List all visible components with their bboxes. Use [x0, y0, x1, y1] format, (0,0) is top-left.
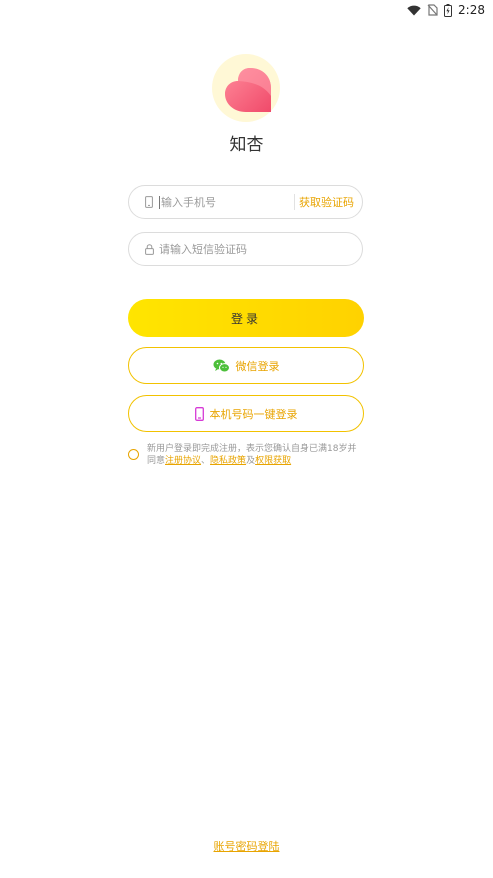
login-button[interactable]: 登录 — [128, 299, 364, 337]
lock-icon — [143, 242, 155, 256]
heart-logo-icon — [225, 68, 271, 112]
mobile-phone-icon — [194, 406, 204, 421]
app-logo — [212, 54, 280, 122]
battery-charging-icon — [444, 3, 453, 17]
code-input-row — [128, 232, 363, 266]
onekey-login-button[interactable]: 本机号码一键登录 — [128, 395, 364, 432]
privacy-policy-link[interactable]: 隐私政策 — [210, 456, 246, 466]
status-bar: 2:28 — [0, 0, 493, 22]
wechat-login-button[interactable]: 微信登录 — [128, 347, 364, 384]
app-name: 知杏 — [229, 135, 264, 155]
get-code-button[interactable]: 获取验证码 — [299, 194, 354, 210]
agree-radio[interactable] — [128, 449, 139, 460]
status-time: 2:28 — [458, 3, 485, 17]
agreement-row: 新用户登录即完成注册，表示您确认自身已满18岁并同意注册协议、隐私政策及权限获取 — [128, 443, 364, 467]
wechat-login-label: 微信登录 — [235, 359, 280, 373]
agreement-separator: 、 — [201, 456, 211, 466]
text-cursor — [159, 195, 160, 209]
agreement-text: 新用户登录即完成注册，表示您确认自身已满18岁并同意注册协议、隐私政策及权限获取 — [147, 443, 364, 467]
phone-input[interactable] — [161, 195, 292, 209]
phone-input-row: 获取验证码 — [128, 185, 363, 219]
wifi-icon — [407, 5, 421, 16]
permission-link[interactable]: 权限获取 — [255, 456, 291, 466]
register-agreement-link[interactable]: 注册协议 — [165, 456, 201, 466]
phone-icon — [143, 195, 155, 209]
sms-code-input[interactable] — [159, 242, 354, 256]
onekey-login-label: 本机号码一键登录 — [209, 407, 298, 421]
status-icons: 2:28 — [407, 3, 485, 17]
no-sim-icon — [427, 4, 438, 16]
password-login-link[interactable]: 账号密码登陆 — [0, 838, 493, 854]
input-divider — [294, 194, 295, 210]
login-screen: 2:28 知杏 获取验证码 登录 — [0, 0, 493, 878]
agreement-conjunction: 及 — [246, 456, 256, 466]
wechat-icon — [213, 359, 230, 373]
